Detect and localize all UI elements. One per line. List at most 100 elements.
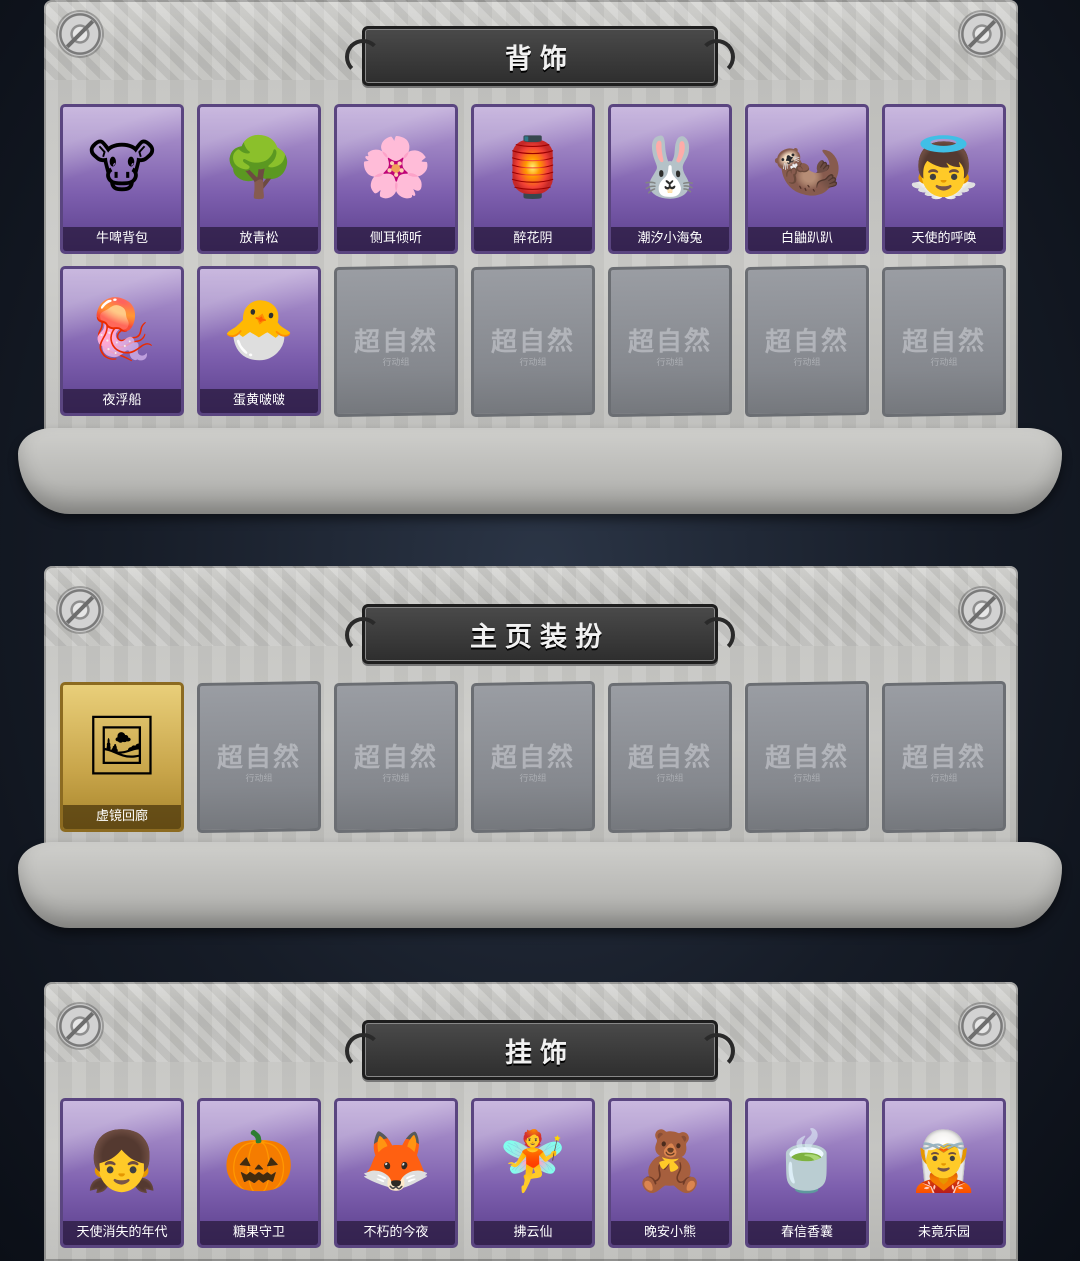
item-label: 不朽的今夜 bbox=[337, 1221, 455, 1245]
placeholder-sub: 行动组 bbox=[519, 773, 547, 785]
item-card[interactable]: 🍵 春信香囊 bbox=[745, 1098, 869, 1248]
item-card[interactable]: 🧝 未竟乐园 bbox=[882, 1098, 1006, 1248]
item-card[interactable]: 🦦 白鼬趴趴 bbox=[745, 104, 869, 254]
placeholder-sub: 行动组 bbox=[930, 773, 958, 785]
placeholder-sub: 行动组 bbox=[656, 773, 684, 785]
item-art-icon: 🌸 bbox=[359, 133, 433, 201]
item-card[interactable]: 🐮 牛啤背包 bbox=[60, 104, 184, 254]
item-label: 晚安小熊 bbox=[611, 1221, 729, 1245]
placeholder-logo: 超自然 bbox=[353, 326, 438, 358]
item-card[interactable]: 🎃 糖果守卫 bbox=[197, 1098, 321, 1248]
placeholder-logo: 超自然 bbox=[901, 742, 986, 774]
item-label: 蛋黄啵啵 bbox=[200, 389, 318, 413]
section-hanging-accessory-panel: 挂饰 👧 天使消失的年代 🎃 糖果守卫 🦊 不朽的今夜 🧚 拂云仙 🧸 晚安小熊 🍵 春信香囊 🧝 未竟乐… bbox=[44, 982, 1018, 1261]
scroll-base-decoration bbox=[18, 842, 1062, 928]
item-label: 牛啤背包 bbox=[63, 227, 181, 251]
placeholder-logo: 超自然 bbox=[764, 742, 849, 774]
item-art-icon: 🖼 bbox=[85, 711, 159, 779]
placeholder-logo: 超自然 bbox=[490, 326, 575, 358]
empty-item-slot[interactable]: 超自然 行动组 bbox=[745, 264, 869, 418]
empty-item-slot[interactable]: 超自然 行动组 bbox=[882, 264, 1006, 418]
placeholder-sub: 行动组 bbox=[930, 357, 958, 369]
placeholder-sub: 行动组 bbox=[382, 357, 410, 369]
placeholder-logo: 超自然 bbox=[627, 742, 712, 774]
section-title: 挂饰 bbox=[505, 1037, 575, 1069]
item-art-icon: 🧚 bbox=[496, 1127, 570, 1195]
item-label: 春信香囊 bbox=[748, 1221, 866, 1245]
empty-item-slot[interactable]: 超自然 行动组 bbox=[197, 680, 321, 834]
placeholder-logo: 超自然 bbox=[901, 326, 986, 358]
item-card[interactable]: 🖼 虚镜回廊 bbox=[60, 682, 184, 832]
compass-ornament-icon bbox=[58, 588, 102, 632]
item-card[interactable]: 🧚 拂云仙 bbox=[471, 1098, 595, 1248]
item-label: 潮汐小海兔 bbox=[611, 227, 729, 251]
item-label: 糖果守卫 bbox=[200, 1221, 318, 1245]
empty-item-slot[interactable]: 超自然 行动组 bbox=[608, 680, 732, 834]
placeholder-logo: 超自然 bbox=[216, 742, 301, 774]
empty-item-slot[interactable]: 超自然 行动组 bbox=[334, 264, 458, 418]
item-card[interactable]: 🦊 不朽的今夜 bbox=[334, 1098, 458, 1248]
item-label: 白鼬趴趴 bbox=[748, 227, 866, 251]
item-label: 拂云仙 bbox=[474, 1221, 592, 1245]
item-label: 天使的呼唤 bbox=[885, 227, 1003, 251]
empty-item-slot[interactable]: 超自然 行动组 bbox=[608, 264, 732, 418]
empty-item-slot[interactable]: 超自然 行动组 bbox=[745, 680, 869, 834]
item-label: 虚镜回廊 bbox=[63, 805, 181, 829]
section-title-banner: 背饰 bbox=[345, 26, 735, 86]
item-art-icon: 🦦 bbox=[770, 133, 844, 201]
item-art-icon: 🌳 bbox=[222, 133, 296, 201]
placeholder-sub: 行动组 bbox=[382, 773, 410, 785]
placeholder-sub: 行动组 bbox=[793, 357, 821, 369]
placeholder-logo: 超自然 bbox=[764, 326, 849, 358]
item-art-icon: 🧝 bbox=[907, 1127, 981, 1195]
item-card[interactable]: 👧 天使消失的年代 bbox=[60, 1098, 184, 1248]
item-card[interactable]: 👼 天使的呼唤 bbox=[882, 104, 1006, 254]
placeholder-logo: 超自然 bbox=[353, 742, 438, 774]
item-label: 天使消失的年代 bbox=[63, 1221, 181, 1245]
item-label: 侧耳倾听 bbox=[337, 227, 455, 251]
item-card[interactable]: 🧸 晚安小熊 bbox=[608, 1098, 732, 1248]
item-card[interactable]: 🏮 醉花阴 bbox=[471, 104, 595, 254]
item-label: 夜浮船 bbox=[63, 389, 181, 413]
placeholder-sub: 行动组 bbox=[793, 773, 821, 785]
item-label: 放青松 bbox=[200, 227, 318, 251]
item-card[interactable]: 🪼 夜浮船 bbox=[60, 266, 184, 416]
item-art-icon: 🐣 bbox=[222, 295, 296, 363]
item-card[interactable]: 🐰 潮汐小海兔 bbox=[608, 104, 732, 254]
item-art-icon: 🧸 bbox=[633, 1127, 707, 1195]
item-art-icon: 🐮 bbox=[87, 133, 157, 201]
section-back-accessory-panel: 背饰 🐮 牛啤背包 🌳 放青松 🌸 侧耳倾听 🏮 醉花阴 🐰 潮汐小海兔 🦦 白鼬趴趴 👼 天使的呼唤 🪼 夜… bbox=[44, 0, 1018, 440]
section-title-banner: 挂饰 bbox=[345, 1020, 735, 1080]
item-art-icon: 🪼 bbox=[85, 295, 159, 363]
compass-ornament-icon bbox=[960, 1004, 1004, 1048]
item-art-icon: 🏮 bbox=[496, 133, 570, 201]
item-art-icon: 🎃 bbox=[222, 1127, 296, 1195]
compass-ornament-icon bbox=[960, 12, 1004, 56]
empty-item-slot[interactable]: 超自然 行动组 bbox=[471, 680, 595, 834]
empty-item-slot[interactable]: 超自然 行动组 bbox=[471, 264, 595, 418]
section-title: 背饰 bbox=[505, 43, 575, 75]
section-homepage-decoration-panel: 主页装扮 🖼 虚镜回廊 超自然 行动组 超自然 行动组 超自然 行动组 超自然 行动组 超自然 行动组… bbox=[44, 566, 1018, 854]
item-art-icon: 👧 bbox=[85, 1127, 159, 1195]
placeholder-logo: 超自然 bbox=[627, 326, 712, 358]
item-art-icon: 🐰 bbox=[633, 133, 707, 201]
item-art-icon: 🦊 bbox=[359, 1127, 433, 1195]
scroll-base-decoration bbox=[18, 428, 1062, 514]
placeholder-logo: 超自然 bbox=[490, 742, 575, 774]
section-title-banner: 主页装扮 bbox=[345, 604, 735, 664]
item-label: 未竟乐园 bbox=[885, 1221, 1003, 1245]
placeholder-sub: 行动组 bbox=[245, 773, 273, 785]
compass-ornament-icon bbox=[960, 588, 1004, 632]
item-art-icon: 🍵 bbox=[770, 1127, 844, 1195]
section-title: 主页装扮 bbox=[470, 621, 610, 653]
item-label: 醉花阴 bbox=[474, 227, 592, 251]
item-art-icon: 👼 bbox=[907, 133, 981, 201]
placeholder-sub: 行动组 bbox=[656, 357, 684, 369]
item-card[interactable]: 🌳 放青松 bbox=[197, 104, 321, 254]
item-card[interactable]: 🌸 侧耳倾听 bbox=[334, 104, 458, 254]
item-card[interactable]: 🐣 蛋黄啵啵 bbox=[197, 266, 321, 416]
empty-item-slot[interactable]: 超自然 行动组 bbox=[334, 680, 458, 834]
placeholder-sub: 行动组 bbox=[519, 357, 547, 369]
empty-item-slot[interactable]: 超自然 行动组 bbox=[882, 680, 1006, 834]
compass-ornament-icon bbox=[58, 12, 102, 56]
